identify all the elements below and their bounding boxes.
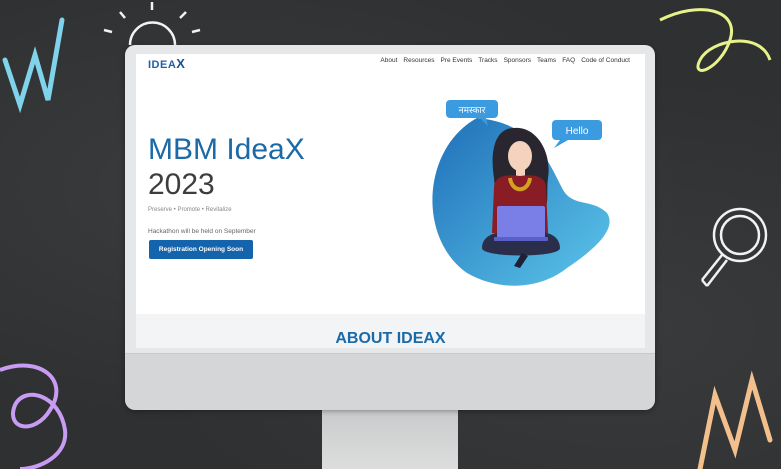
orange-doodle (697, 370, 773, 469)
hero-year: 2023 (148, 168, 215, 201)
sun-doodle (103, 2, 201, 46)
purple-doodle (0, 363, 68, 469)
nav-code-of-conduct[interactable]: Code of Conduct (581, 57, 630, 64)
nav-teams[interactable]: Teams (537, 57, 556, 64)
logo-x: X (176, 56, 186, 71)
bubble-left-text: नमस्कार (459, 106, 486, 116)
hero-date-note: Hackathon will be held on September (148, 228, 256, 235)
nav-faq[interactable]: FAQ (562, 57, 575, 64)
monitor-stand (322, 409, 458, 469)
website-screen: IDEAX About Resources Pre Events Tracks … (136, 54, 645, 348)
magnifier-icon (701, 207, 768, 287)
hero-tagline: Preserve • Promote • Revitalize (148, 207, 232, 213)
logo-text: IDEA (148, 59, 177, 71)
hello-bubble: Hello (552, 120, 602, 148)
bubble-right-text: Hello (566, 126, 589, 137)
hero-title: MBM IdeaX (148, 133, 305, 166)
nav-pre-events[interactable]: Pre Events (441, 57, 473, 64)
nav-tracks[interactable]: Tracks (478, 57, 497, 64)
cyan-doodle (2, 17, 65, 114)
yellow-doodle (659, 8, 772, 72)
registration-button[interactable]: Registration Opening Soon (149, 240, 253, 259)
hero-illustration: नमस्कार Hello (432, 100, 610, 286)
top-nav: About Resources Pre Events Tracks Sponso… (380, 57, 630, 64)
nav-sponsors[interactable]: Sponsors (504, 57, 531, 64)
nav-about[interactable]: About (380, 57, 397, 64)
nav-resources[interactable]: Resources (403, 57, 434, 64)
about-heading: ABOUT IDEAX (335, 330, 446, 347)
site-logo[interactable]: IDEAX (148, 56, 185, 71)
monitor-chin (125, 353, 655, 410)
